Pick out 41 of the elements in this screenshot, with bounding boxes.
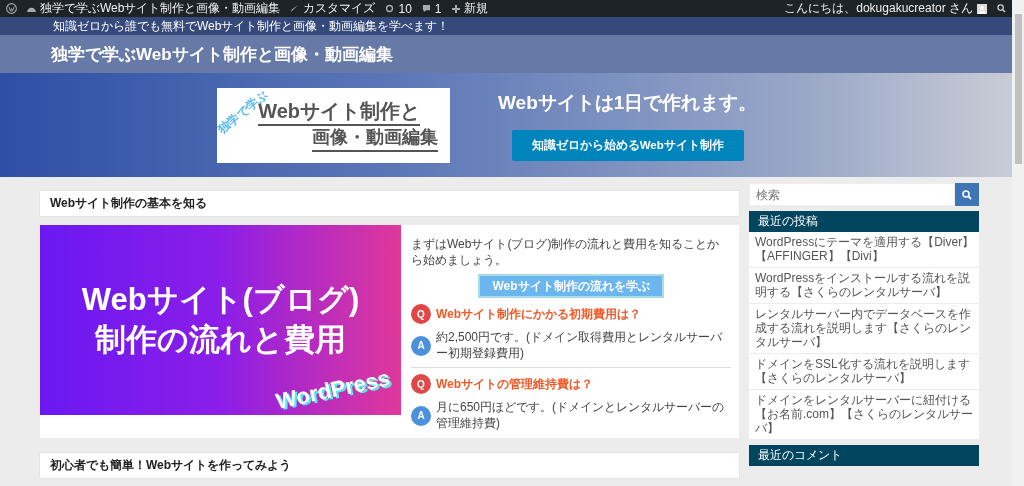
post-link[interactable]: レンタルサーバー内でデータベースを作成する流れを説明します【さくらのレンタルサーバ】 <box>749 303 979 354</box>
widget-title: 最近の投稿 <box>749 211 979 232</box>
question-text: Webサイトの管理維持費は？ <box>436 375 594 393</box>
search-field[interactable]: 検索 <box>749 183 955 206</box>
banner-text: 制作の流れと費用 <box>95 321 346 359</box>
eyecatch-banner[interactable]: Webサイト(ブログ) 制作の流れと費用 WordPress <box>40 225 401 415</box>
answer-text: 約2,500円です。(ドメイン取得費用とレンタルサーバー初期登録費用) <box>436 330 724 362</box>
post-link[interactable]: ドメインをSSL化する流れを説明します【さくらのレンタルサーバ】 <box>749 353 979 390</box>
widget-title: 最近のコメント <box>749 444 979 466</box>
question-badge: Q <box>411 374 431 395</box>
section-title: Webサイト制作の基本を知る <box>40 191 739 216</box>
search-button[interactable] <box>955 183 979 206</box>
answer-badge: A <box>411 335 431 356</box>
logo-text: 画像・動画編集 <box>312 126 438 152</box>
answer-badge: A <box>411 405 431 426</box>
comments-link[interactable]: 1 <box>421 1 442 16</box>
scrollbar-thumb[interactable] <box>1014 14 1022 164</box>
site-name-link[interactable]: 独学で学ぶWebサイト制作と画像・動画編集 <box>27 0 281 17</box>
banner-tag: WordPress <box>273 365 393 415</box>
plus-icon <box>451 4 460 13</box>
hero-heading: Webサイトは1日で作れます。 <box>498 90 758 115</box>
account-link[interactable]: こんにちは、dokugakucreator さん <box>784 0 987 17</box>
answer-text: 月に650円ほどです。(ドメインとレンタルサーバーの管理維持費) <box>436 400 726 432</box>
banner-text: Webサイト(ブログ) <box>81 280 360 319</box>
section-title: 初心者でも簡単！Webサイトを作ってみよう <box>40 452 739 478</box>
post-link[interactable]: ドメインをレンタルサーバーに紐付ける【お名前.com】【さくらのレンタルサーバ】 <box>749 389 979 440</box>
updates-link[interactable]: 10 <box>385 1 412 16</box>
search-icon <box>962 189 972 200</box>
site-tagline: 知識ゼロから誰でも無料でWebサイト制作と画像・動画編集を学べます！ <box>53 17 450 35</box>
hero-button[interactable]: 知識ゼロから始めるWebサイト制作 <box>511 129 744 161</box>
wordpress-logo-icon[interactable] <box>6 3 17 14</box>
post-link[interactable]: WordPressにテーマを適用する【Diver】【AFFINGER】【Divi】 <box>749 232 979 268</box>
search-icon[interactable] <box>997 4 1006 13</box>
new-link[interactable]: 新規 <box>451 0 488 17</box>
question-badge: Q <box>411 304 431 325</box>
customize-link[interactable]: カスタマイズ <box>290 0 376 17</box>
intro-text: まずはWebサイト(ブログ)制作の流れと費用を知ることから始めましょう。 <box>411 237 721 269</box>
question-text: Webサイト制作にかかる初期費用は？ <box>436 305 642 323</box>
avatar-icon <box>977 3 987 14</box>
post-link[interactable]: WordPressをインストールする流れを説明する【さくらのレンタルサーバ】 <box>749 267 979 304</box>
comment-icon <box>421 4 431 13</box>
